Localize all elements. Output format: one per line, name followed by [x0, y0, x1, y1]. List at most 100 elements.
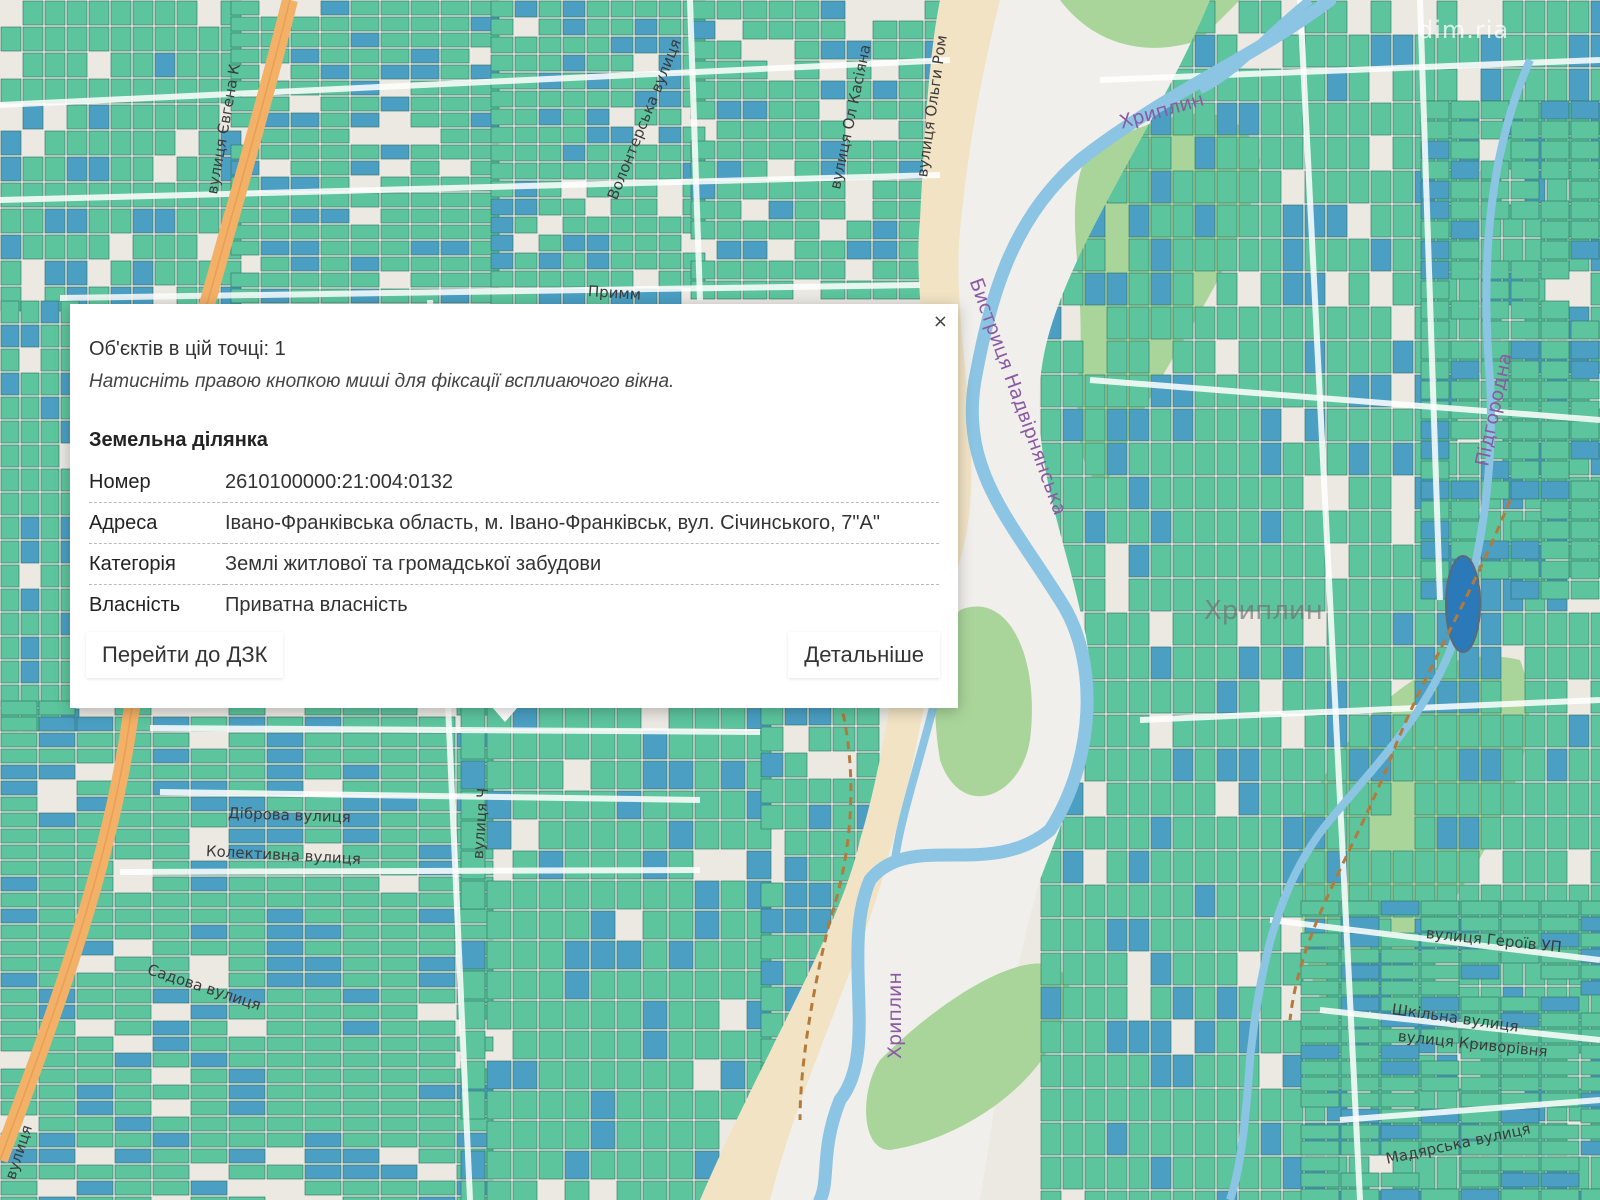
land-parcel [716, 140, 742, 160]
land-parcel [538, 144, 562, 162]
land-parcel [616, 1000, 642, 1030]
land-parcel [694, 1090, 720, 1120]
land-parcel [1300, 1188, 1340, 1200]
land-parcel [38, 876, 76, 892]
land-parcel [22, 78, 44, 104]
land-parcel [380, 208, 410, 224]
land-parcel [1172, 816, 1194, 850]
land-parcel [1340, 1124, 1380, 1140]
land-parcel [1084, 238, 1106, 272]
land-parcel [1510, 540, 1540, 560]
land-parcel [668, 790, 694, 820]
land-parcel [642, 820, 668, 850]
land-parcel [538, 36, 562, 54]
table-row: Власність Приватна власність [89, 585, 939, 626]
land-parcel [1326, 306, 1348, 340]
land-parcel [266, 764, 304, 780]
land-parcel [1282, 340, 1304, 374]
goto-dzk-button[interactable]: Перейти до ДЗК [86, 632, 284, 678]
land-parcel [1420, 964, 1460, 980]
land-parcel [1370, 0, 1392, 34]
land-parcel [380, 0, 410, 16]
land-parcel [668, 1030, 694, 1060]
land-parcel [1340, 1044, 1380, 1060]
land-parcel [1414, 816, 1436, 850]
land-parcel [88, 26, 110, 52]
land-parcel [380, 32, 410, 48]
land-parcel [1540, 260, 1570, 280]
land-parcel [0, 208, 22, 234]
land-parcel [350, 224, 380, 240]
land-parcel [1300, 1076, 1340, 1092]
land-parcel [0, 588, 20, 612]
land-parcel [1420, 900, 1460, 916]
land-parcel [716, 200, 742, 220]
land-parcel [1450, 260, 1480, 280]
land-parcel [720, 760, 746, 790]
land-parcel [768, 180, 794, 200]
land-parcel [190, 876, 228, 892]
land-parcel [1450, 300, 1480, 320]
land-parcel [514, 252, 538, 270]
land-parcel [562, 18, 586, 36]
object-count: Об'єктів в цій точці: 1 [89, 338, 286, 360]
land-parcel [616, 880, 642, 910]
land-parcel [1106, 952, 1128, 986]
land-parcel [380, 144, 410, 160]
land-parcel [1590, 714, 1600, 748]
land-parcel [1106, 1054, 1128, 1088]
land-parcel [610, 36, 634, 54]
land-parcel [418, 1052, 456, 1068]
land-parcel [0, 420, 20, 444]
land-parcel [1260, 1088, 1282, 1122]
land-parcel [768, 20, 794, 40]
close-icon[interactable]: × [933, 312, 948, 332]
land-parcel [342, 1132, 380, 1148]
land-parcel [1450, 520, 1480, 540]
land-parcel [872, 40, 898, 60]
land-parcel [634, 198, 658, 216]
land-parcel [1348, 34, 1370, 68]
land-parcel [490, 198, 514, 216]
land-parcel [564, 910, 590, 940]
land-parcel [320, 272, 350, 288]
land-parcel [1392, 34, 1414, 68]
land-parcel [1062, 816, 1084, 850]
details-button[interactable]: Детальніше [788, 632, 940, 678]
land-parcel [1194, 748, 1216, 782]
land-parcel [846, 240, 872, 260]
land-parcel [410, 208, 440, 224]
land-parcel [266, 940, 304, 956]
land-parcel [0, 636, 20, 660]
land-parcel [380, 1100, 418, 1116]
land-parcel [1150, 170, 1172, 204]
land-parcel [490, 162, 514, 180]
land-parcel [512, 1030, 538, 1060]
land-parcel [1580, 1188, 1600, 1200]
land-parcel [538, 1150, 564, 1180]
land-parcel [1570, 120, 1600, 140]
land-parcel [1450, 340, 1480, 360]
land-parcel [1500, 1156, 1540, 1172]
land-parcel [564, 1180, 590, 1200]
land-parcel [1260, 442, 1282, 476]
land-parcel [1172, 204, 1194, 238]
land-parcel [1326, 238, 1348, 272]
land-parcel [0, 1004, 38, 1020]
land-parcel [1062, 918, 1084, 952]
land-parcel [616, 1030, 642, 1060]
land-parcel [1128, 782, 1150, 816]
land-parcel [228, 876, 266, 892]
land-parcel [694, 1120, 720, 1150]
land-parcel [1570, 240, 1600, 260]
land-parcel [410, 96, 440, 112]
land-parcel [266, 972, 304, 988]
land-parcel [720, 880, 746, 910]
land-parcel [380, 892, 418, 908]
land-parcel [538, 910, 564, 940]
land-parcel [380, 972, 418, 988]
land-parcel [110, 156, 132, 182]
land-parcel [380, 1004, 418, 1020]
land-parcel [418, 1100, 456, 1116]
land-parcel [76, 1100, 114, 1116]
